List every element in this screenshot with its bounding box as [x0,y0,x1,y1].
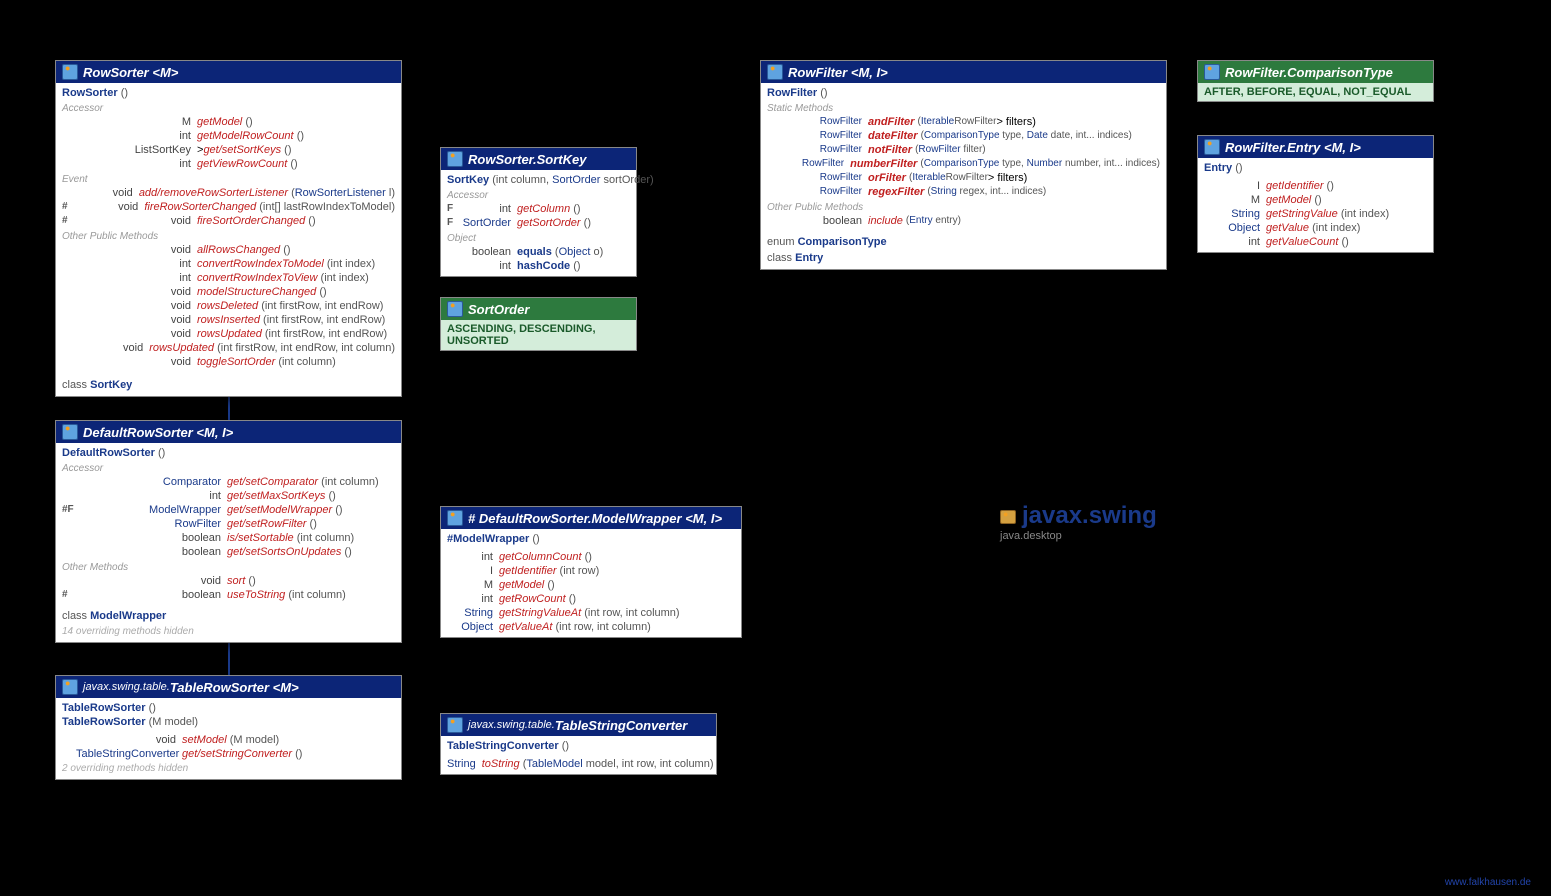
method-row[interactable]: ObjectgetValueAt (int row, int column) [447,620,735,634]
nested-class[interactable]: class Entry [767,250,1160,266]
hidden-note: 2 overriding methods hidden [62,761,395,776]
class-tablestringconverter: javax.swing.table.TableStringConverter T… [440,713,717,775]
constructor-row[interactable]: TableRowSorter () [62,701,395,715]
method-row[interactable]: voidadd/removeRowSorterListener (RowSort… [62,186,395,200]
method-row[interactable]: StringtoString (TableModel model, int ro… [447,757,710,771]
method-row[interactable]: #booleanuseToString (int column) [62,588,395,602]
nested-enum[interactable]: enum ComparisonType [767,234,1160,250]
method-row[interactable]: voidtoggleSortOrder (int column) [62,355,395,369]
nested-class[interactable]: class SortKey [62,377,395,393]
method-row[interactable]: inthashCode () [447,259,630,273]
class-rowfilter-entry: RowFilter.Entry <M, I> Entry () IgetIden… [1197,135,1434,253]
method-row[interactable]: RowFilterorFilter (IterableRowFilter> fi… [767,171,1160,185]
class-header: RowFilter <M, I> [761,61,1166,83]
constructor-row[interactable]: TableRowSorter (M model) [62,715,395,729]
class-tablerowsorter: javax.swing.table.TableRowSorter <M> Tab… [55,675,402,780]
method-row[interactable]: FintgetColumn () [447,202,630,216]
method-row[interactable]: voidallRowsChanged () [62,243,395,257]
method-row[interactable]: voidsort () [62,574,395,588]
method-row[interactable]: intgetModelRowCount () [62,129,395,143]
class-header: javax.swing.table.TableRowSorter <M> [56,676,401,698]
method-row[interactable]: RowFilterandFilter (IterableRowFilter> f… [767,115,1160,129]
class-icon [447,717,463,733]
footer-link[interactable]: www.falkhausen.de [1445,877,1531,888]
class-icon [62,64,78,80]
method-row[interactable]: MgetModel () [1204,193,1427,207]
enum-sortorder: SortOrder ASCENDING, DESCENDING, UNSORTE… [440,297,637,351]
class-header: RowFilter.Entry <M, I> [1198,136,1433,158]
method-row[interactable]: TableStringConverterget/setStringConvert… [62,747,395,761]
method-row[interactable]: StringgetStringValue (int index) [1204,207,1427,221]
method-row[interactable]: IgetIdentifier () [1204,179,1427,193]
hidden-note: 14 overriding methods hidden [62,624,395,639]
method-row[interactable]: MgetModel () [62,115,395,129]
class-icon [62,679,78,695]
class-rowfilter: RowFilter <M, I> RowFilter () Static Met… [760,60,1167,270]
method-row[interactable]: intgetViewRowCount () [62,157,395,171]
class-header: javax.swing.table.TableStringConverter [441,714,716,736]
method-row[interactable]: voidmodelStructureChanged () [62,285,395,299]
class-defaultrowsorter: DefaultRowSorter <M, I> DefaultRowSorter… [55,420,402,643]
enum-header: RowFilter.ComparisonType [1198,61,1433,83]
class-header: RowSorter <M> [56,61,401,83]
class-icon [767,64,783,80]
method-row[interactable]: voidrowsUpdated (int firstRow, int endRo… [62,341,395,355]
method-row[interactable]: booleaninclude (Entry entry) [767,214,1160,228]
method-row[interactable]: MgetModel () [447,578,735,592]
enum-icon [447,301,463,317]
method-row[interactable]: #voidfireRowSorterChanged (int[] lastRow… [62,200,395,214]
method-row[interactable]: booleanget/setSortsOnUpdates () [62,545,395,559]
method-row[interactable]: ListSortKey>get/setSortKeys () [62,143,395,157]
method-row[interactable]: ObjectgetValue (int index) [1204,221,1427,235]
class-sortkey: RowSorter.SortKey SortKey (int column, S… [440,147,637,277]
module-label: java.desktop [1000,530,1157,542]
method-row[interactable]: intgetColumnCount () [447,550,735,564]
method-row[interactable]: voidrowsDeleted (int firstRow, int endRo… [62,299,395,313]
method-row[interactable]: intconvertRowIndexToView (int index) [62,271,395,285]
enum-comparisontype: RowFilter.ComparisonType AFTER, BEFORE, … [1197,60,1434,102]
method-row[interactable]: #FModelWrapperget/setModelWrapper () [62,503,395,517]
method-row[interactable]: intgetValueCount () [1204,235,1427,249]
section-event: Event [62,174,395,185]
class-icon [447,510,463,526]
method-row[interactable]: RowFilterregexFilter (String regex, int.… [767,185,1160,199]
method-row[interactable]: RowFilterdateFilter (ComparisonType type… [767,129,1160,143]
class-rowsorter: RowSorter <M> RowSorter () Accessor Mget… [55,60,402,397]
enum-icon [1204,64,1220,80]
method-row[interactable]: voidrowsUpdated (int firstRow, int endRo… [62,327,395,341]
nested-class[interactable]: class ModelWrapper [62,608,395,624]
package-icon [1000,510,1016,524]
class-icon [1204,139,1220,155]
method-row[interactable]: #voidfireSortOrderChanged () [62,214,395,228]
enum-values: ASCENDING, DESCENDING, UNSORTED [441,320,636,350]
section-accessor: Accessor [62,103,395,114]
class-icon [447,151,463,167]
method-row[interactable]: RowFilternotFilter (RowFilter filter) [767,143,1160,157]
method-row[interactable]: intget/setMaxSortKeys () [62,489,395,503]
method-row[interactable]: IgetIdentifier (int row) [447,564,735,578]
enum-header: SortOrder [441,298,636,320]
class-header: RowSorter.SortKey [441,148,636,170]
method-row[interactable]: RowFilterget/setRowFilter () [62,517,395,531]
method-row[interactable]: booleanequals (Object o) [447,245,630,259]
method-row[interactable]: intgetRowCount () [447,592,735,606]
method-row[interactable]: intconvertRowIndexToModel (int index) [62,257,395,271]
method-row[interactable]: booleanis/setSortable (int column) [62,531,395,545]
enum-values: AFTER, BEFORE, EQUAL, NOT_EQUAL [1198,83,1433,101]
method-row[interactable]: Comparatorget/setComparator (int column) [62,475,395,489]
method-row[interactable]: voidsetModel (M model) [62,733,395,747]
method-row[interactable]: RowFilternumberFilter (ComparisonType ty… [767,157,1160,171]
section-other: Other Public Methods [62,231,395,242]
method-row[interactable]: voidrowsInserted (int firstRow, int endR… [62,313,395,327]
class-icon [62,424,78,440]
class-header: # DefaultRowSorter.ModelWrapper <M, I> [441,507,741,529]
class-modelwrapper: # DefaultRowSorter.ModelWrapper <M, I> #… [440,506,742,638]
package-label: javax.swing java.desktop [1000,502,1157,542]
class-header: DefaultRowSorter <M, I> [56,421,401,443]
method-row[interactable]: FSortOrdergetSortOrder () [447,216,630,230]
method-row[interactable]: StringgetStringValueAt (int row, int col… [447,606,735,620]
